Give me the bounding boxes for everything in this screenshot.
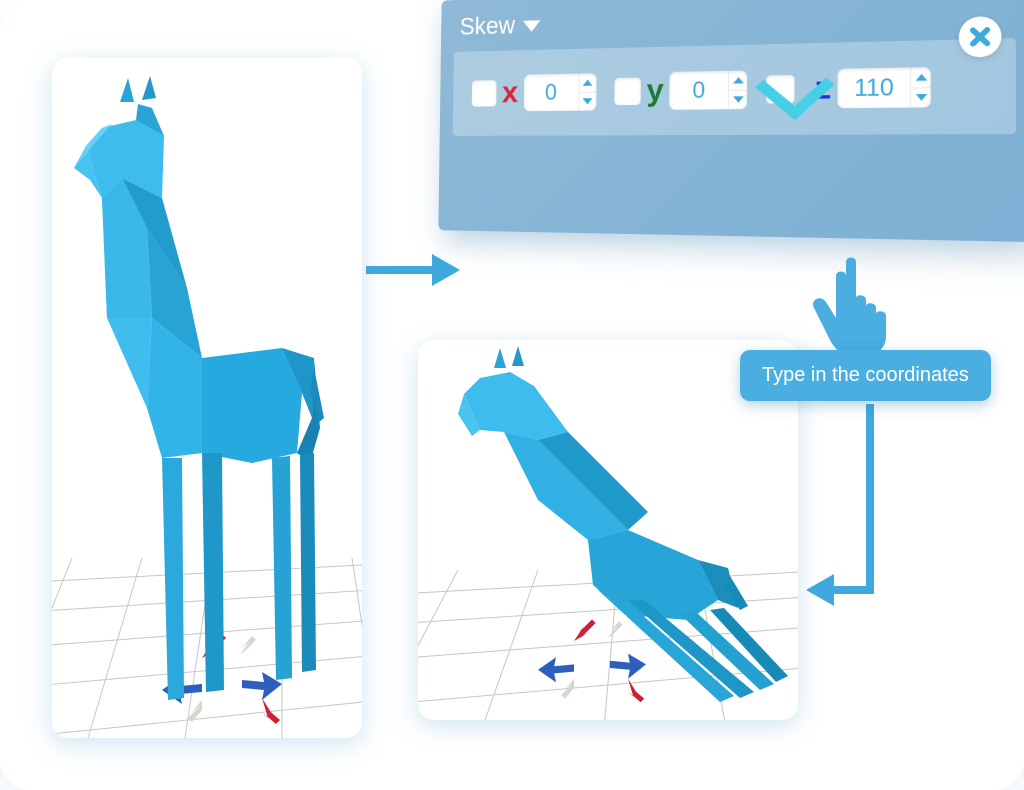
viewport-before (52, 58, 362, 738)
tooltip-text: Type in the coordinates (762, 364, 969, 386)
axis-z-group: z 110 (767, 67, 932, 109)
axis-x-label: x (502, 76, 518, 111)
giraffe-before-illustration (52, 58, 362, 738)
spinner-y-up[interactable] (729, 70, 747, 90)
spinner-x-up[interactable] (579, 73, 596, 92)
dropdown-triangle-icon (523, 20, 540, 32)
spinner-x-down[interactable] (579, 92, 596, 110)
close-button[interactable] (959, 16, 1002, 58)
input-y[interactable]: 0 (670, 70, 748, 109)
input-y-value: 0 (670, 71, 729, 110)
pointer-hand-icon (800, 250, 910, 360)
arrow-panel-to-after (800, 400, 940, 630)
input-z-value: 110 (838, 67, 911, 108)
axis-y-group: y 0 (614, 70, 748, 110)
checkbox-y[interactable] (614, 78, 641, 105)
input-x[interactable]: 0 (524, 73, 597, 111)
input-x-value: 0 (524, 74, 579, 112)
spinner-z-up[interactable] (912, 67, 932, 88)
spinner-y-down[interactable] (729, 90, 747, 109)
checkbox-x[interactable] (472, 80, 497, 107)
skew-panel: Skew x 0 (440, 0, 1000, 300)
input-z[interactable]: 110 (838, 67, 931, 108)
panel-title: Skew (460, 12, 516, 42)
axis-y-label: y (646, 73, 663, 109)
spinner-z-down[interactable] (912, 88, 932, 108)
close-icon (968, 25, 992, 48)
tooltip-type-coords: Type in the coordinates (740, 350, 991, 401)
checkbox-z[interactable] (767, 75, 795, 104)
axis-x-group: x 0 (472, 73, 597, 111)
tutorial-canvas: Skew x 0 (0, 0, 1024, 790)
